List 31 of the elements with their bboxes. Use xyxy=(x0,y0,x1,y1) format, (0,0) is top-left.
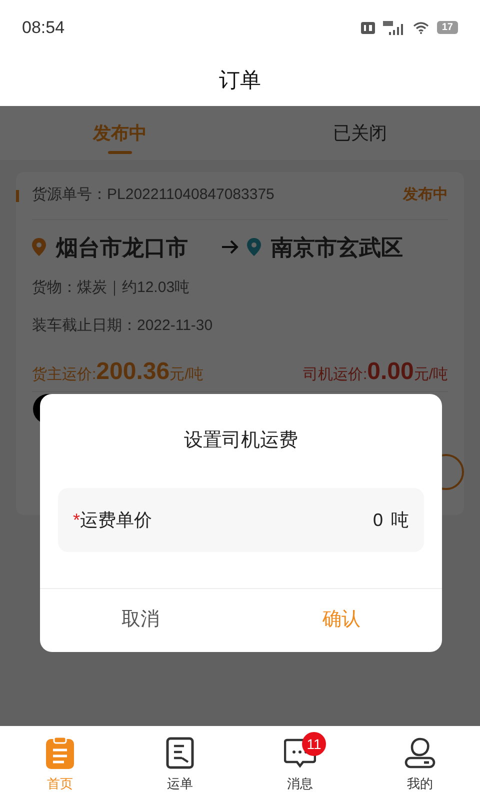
clipboard-icon xyxy=(46,737,74,769)
hd-icon xyxy=(360,22,375,34)
field-label: 运费单价 xyxy=(80,510,152,530)
cancel-button[interactable]: 取消 xyxy=(40,589,241,652)
status-time: 08:54 xyxy=(22,16,65,39)
user-icon xyxy=(404,737,436,769)
shipper-price: 货主运价:200.36元/吨 xyxy=(32,356,204,386)
nav-tab[interactable]: 消息 xyxy=(287,774,313,794)
loading-deadline: 装车截止日期：2022-11-30 xyxy=(32,317,213,334)
order-number: 货源单号：PL202211040847083375 xyxy=(32,185,274,206)
status-label: 发布中 xyxy=(403,185,448,206)
wifi-icon xyxy=(412,22,429,34)
document-icon xyxy=(166,737,194,769)
freight-price-field[interactable]: *运费单价 0 吨 xyxy=(58,488,424,552)
arrow-icon xyxy=(221,240,239,254)
battery-indicator: 17 xyxy=(436,21,458,34)
nav-tab[interactable]: 我的 xyxy=(407,774,433,794)
driver-price: 司机运价:0.00元/吨 xyxy=(302,356,448,386)
origin-city: 烟台市龙口市 xyxy=(56,234,189,262)
page-title: 订单 xyxy=(219,68,261,94)
destination-city: 南京市玄武区 xyxy=(271,234,403,262)
unread-badge: 11 xyxy=(302,732,326,756)
dialog-title: 设置司机运费 xyxy=(184,428,298,453)
location-pin-icon xyxy=(247,238,261,256)
signal-icon xyxy=(382,20,405,34)
nav-tab[interactable]: 运单 xyxy=(167,774,193,794)
location-pin-icon xyxy=(32,238,46,256)
unit-label: 吨 xyxy=(391,508,409,532)
cargo-info: 货物：煤炭｜约12.03吨 xyxy=(32,279,190,296)
field-value: 0 xyxy=(372,508,383,532)
required-mark: * xyxy=(73,510,80,530)
